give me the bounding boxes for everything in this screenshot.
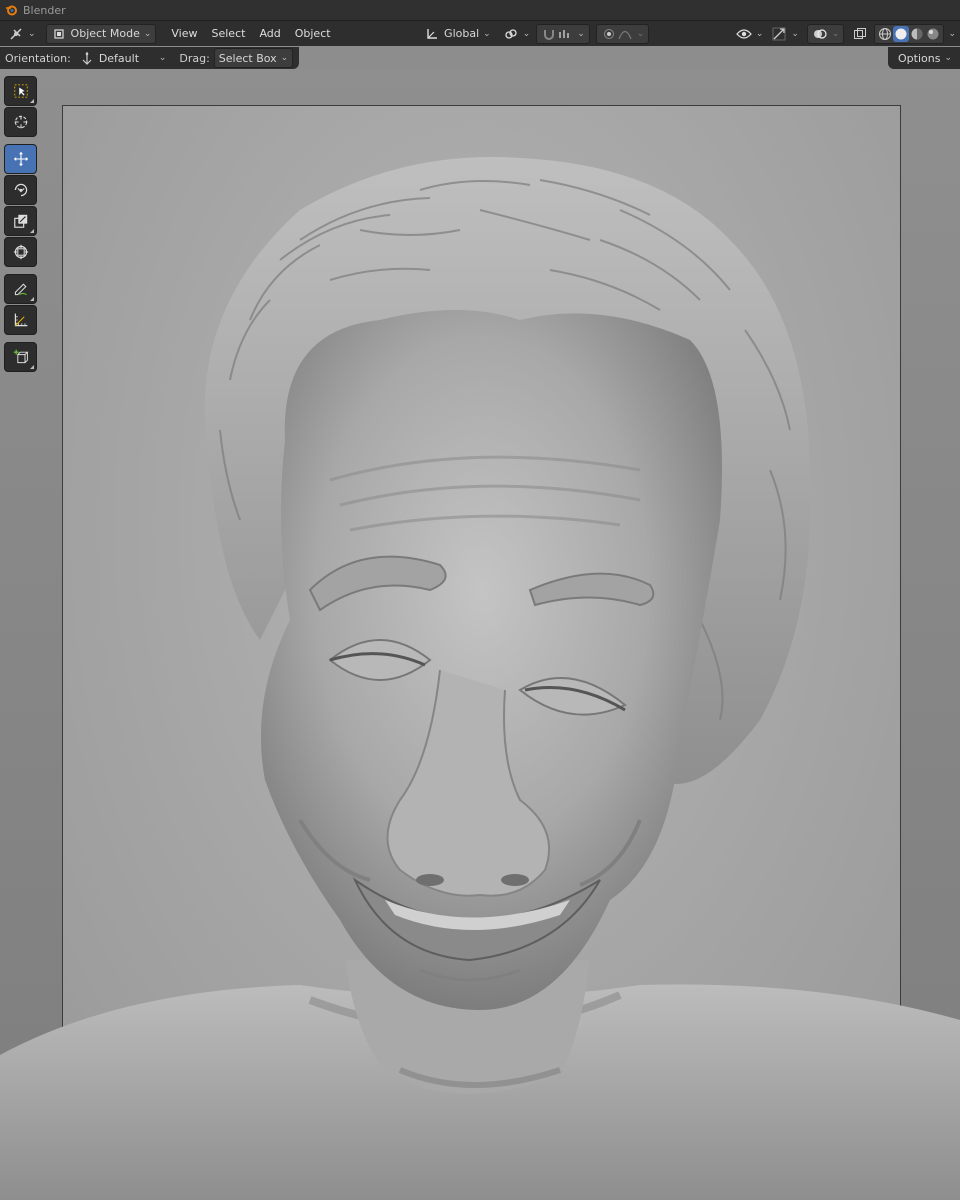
menu-select[interactable]: Select — [205, 24, 253, 44]
orientation-label: Orientation: — [5, 51, 71, 65]
shading-options-button[interactable]: ⌄ — [944, 24, 960, 44]
wireframe-shading-icon[interactable] — [877, 26, 893, 42]
title-bar: Blender — [0, 0, 960, 20]
mode-select[interactable]: Object Mode ⌄ — [45, 23, 157, 44]
mode-label: Object Mode — [70, 27, 140, 40]
scale-icon — [13, 213, 29, 229]
submenu-corner-icon — [30, 365, 34, 369]
falloff-curve-icon — [617, 26, 633, 42]
tool-select-box[interactable] — [4, 76, 37, 106]
drag-label: Drag: — [179, 51, 210, 65]
options-label: Options — [898, 51, 941, 65]
chevron-down-icon: ⌄ — [143, 28, 152, 39]
blender-logo-icon — [6, 5, 17, 16]
drag-select[interactable]: Select Box ⌄ — [213, 48, 294, 68]
tool-annotate[interactable] — [4, 274, 37, 304]
orientation-value: Default — [98, 51, 140, 65]
chevron-down-icon: ⌄ — [158, 53, 167, 63]
chevron-down-icon: ⌄ — [636, 28, 645, 39]
overlays-toggle[interactable]: ⌄ — [806, 23, 845, 44]
rendered-shading-icon[interactable] — [925, 26, 941, 42]
tool-scale[interactable] — [4, 206, 37, 236]
tool-move[interactable] — [4, 144, 37, 174]
tool-add-cube[interactable] — [4, 342, 37, 372]
eye-icon — [735, 26, 752, 42]
annotate-pencil-icon — [13, 281, 29, 297]
tool-shelf — [4, 76, 39, 373]
gizmo-toggle[interactable]: ⌄ — [767, 24, 803, 44]
chevron-down-icon: ⌄ — [831, 28, 840, 39]
object-mode-icon — [51, 26, 67, 42]
add-cube-icon — [13, 349, 29, 365]
xray-icon — [852, 26, 868, 42]
magnet-icon — [541, 26, 557, 42]
gizmo-icon — [771, 26, 787, 42]
submenu-corner-icon — [30, 297, 34, 301]
orientation-label: Global — [444, 27, 480, 40]
orientation-gizmo-icon — [79, 50, 95, 66]
rotate-icon — [13, 182, 29, 198]
chevron-down-icon: ⌄ — [791, 28, 799, 39]
chevron-down-icon: ⌄ — [28, 28, 36, 39]
orientation-axes-icon — [424, 26, 440, 42]
tool-measure[interactable] — [4, 305, 37, 335]
submenu-corner-icon — [30, 229, 34, 233]
xray-toggle[interactable] — [848, 24, 872, 44]
snap-increment-icon — [557, 26, 573, 42]
chevron-down-icon: ⌄ — [280, 53, 289, 63]
cursor-icon — [13, 114, 29, 130]
tool-transform[interactable] — [4, 237, 37, 267]
pivot-point-select[interactable]: ⌄ — [499, 24, 535, 44]
submenu-corner-icon — [30, 99, 34, 103]
chevron-down-icon: ⌄ — [948, 28, 956, 39]
select-box-icon — [13, 83, 29, 99]
overlays-icon — [812, 26, 828, 42]
window-title: Blender — [23, 3, 66, 17]
chevron-down-icon: ⌄ — [944, 53, 952, 63]
tool-settings-bar: Orientation: Default ⌄ Drag: Select Box … — [0, 47, 960, 69]
chevron-down-icon: ⌄ — [577, 28, 585, 39]
editor-type-button[interactable]: ⌄ — [4, 24, 40, 44]
chevron-down-icon: ⌄ — [522, 28, 531, 39]
move-icon — [13, 151, 29, 167]
drag-value: Select Box — [218, 51, 277, 65]
proportional-editing-toggle[interactable]: ⌄ — [595, 23, 650, 44]
material-shading-icon[interactable] — [909, 26, 925, 42]
snap-toggle[interactable]: ⌄ — [536, 23, 590, 44]
solid-shading-icon[interactable] — [893, 25, 910, 42]
chevron-down-icon: ⌄ — [755, 28, 764, 39]
tool-rotate[interactable] — [4, 175, 37, 205]
sculpted-head-model[interactable] — [0, 69, 960, 1200]
menu-add[interactable]: Add — [252, 24, 287, 44]
shading-mode-group — [874, 23, 945, 44]
menu-view[interactable]: View — [164, 24, 204, 44]
menu-object[interactable]: Object — [288, 24, 338, 44]
3d-viewport[interactable] — [0, 69, 960, 1200]
tool-cursor[interactable] — [4, 107, 37, 137]
transform-icon — [13, 244, 29, 260]
measure-ruler-icon — [13, 312, 29, 328]
visibility-select[interactable]: ⌄ — [732, 24, 768, 44]
transform-orientation-select[interactable]: Global ⌄ — [420, 24, 495, 44]
viewport-header: ⌄ Object Mode ⌄ View Select Add Object G… — [0, 20, 960, 46]
chevron-down-icon: ⌄ — [483, 28, 491, 39]
editor-type-icon — [8, 26, 24, 42]
options-button[interactable]: Options ⌄ — [894, 48, 956, 68]
pivot-link-icon — [503, 26, 519, 42]
proportional-dot-icon — [601, 26, 617, 42]
orientation-select[interactable]: Default ⌄ — [75, 48, 171, 68]
